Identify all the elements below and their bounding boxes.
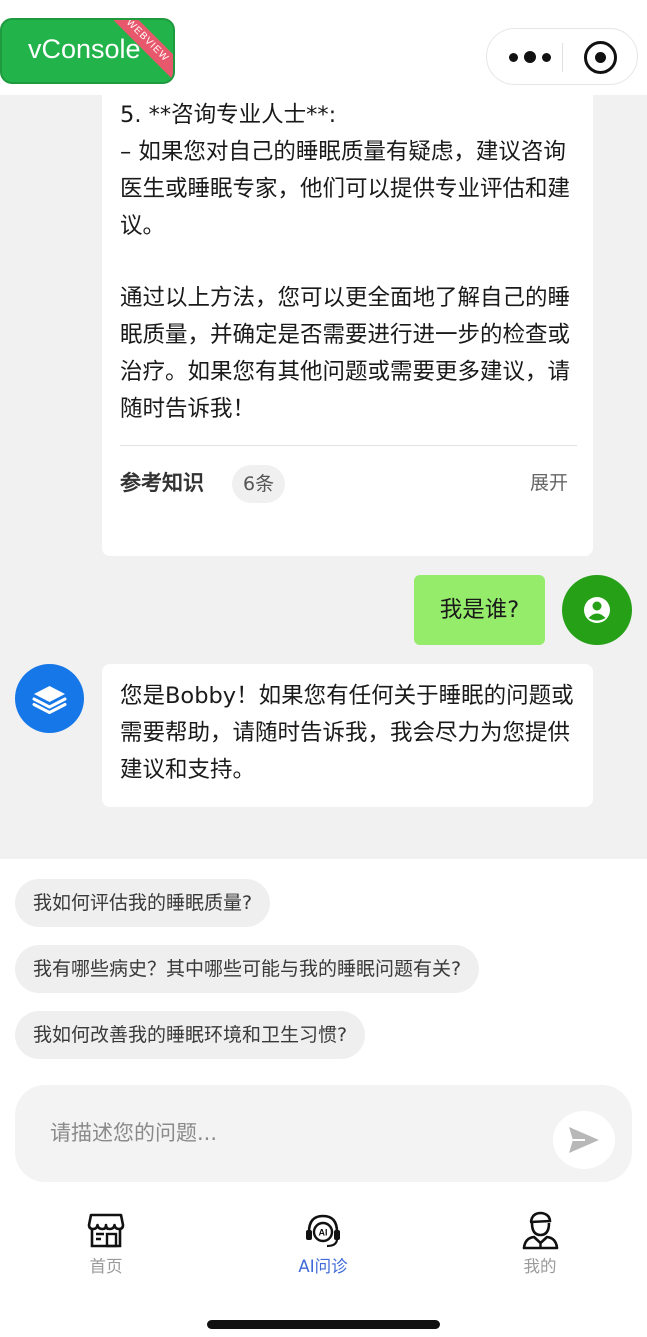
app-screen: vConsole WEBVIEW 5. **咨询专业人士**: – 如果您对自己… [0, 0, 647, 1337]
send-button[interactable] [553, 1111, 615, 1169]
ai-headset-icon: AI [306, 1214, 340, 1248]
layers-icon [32, 686, 67, 714]
miniprogram-capsule [486, 28, 638, 85]
suggestion-chip[interactable]: 我有哪些病史？其中哪些可能与我的睡眠问题有关? [15, 945, 480, 993]
send-icon [569, 1127, 599, 1153]
more-dots-icon[interactable] [509, 47, 551, 67]
expand-button[interactable]: 展开 [530, 465, 568, 501]
doctor-profile-icon [522, 1211, 559, 1250]
reference-title: 参考知识 [120, 471, 204, 495]
ai-message-text: 您是Bobby！如果您有任何关于睡眠的问题或需要帮助，请随时告诉我，我会尽力为您… [120, 683, 574, 783]
vconsole-button[interactable]: vConsole WEBVIEW [0, 18, 175, 84]
user-avatar[interactable] [562, 575, 632, 645]
ai-message-paragraph: 通过以上方法，您可以更全面地了解自己的睡眠质量，并确定是否需要进行进一步的检查或… [120, 285, 571, 422]
ai-avatar [15, 664, 84, 733]
ai-message-paragraph: 5. **咨询专业人士**: – 如果您对自己的睡眠质量有疑虑，建议咨询医生或睡… [120, 102, 571, 239]
tab-label: 首页 [89, 1257, 123, 1276]
storefront-icon [87, 1213, 125, 1248]
vconsole-label: vConsole [28, 34, 141, 64]
ai-message-card: 5. **咨询专业人士**: – 如果您对自己的睡眠质量有疑虑，建议咨询医生或睡… [102, 95, 593, 556]
user-message-bubble: 我是谁? [414, 575, 545, 645]
suggestion-chip[interactable]: 我如何评估我的睡眠质量? [15, 879, 271, 927]
home-indicator [207, 1320, 440, 1329]
ai-message-card: 您是Bobby！如果您有任何关于睡眠的问题或需要帮助，请随时告诉我，我会尽力为您… [102, 664, 593, 807]
capsule-divider [562, 43, 563, 72]
tab-mine[interactable]: 我的 [485, 1205, 595, 1285]
tab-ai-consult[interactable]: AI AI问诊 [268, 1205, 378, 1285]
suggestion-chip[interactable]: 我如何改善我的睡眠环境和卫生习惯? [15, 1011, 366, 1059]
target-close-icon[interactable] [584, 41, 617, 74]
svg-text:AI: AI [319, 1228, 328, 1238]
top-bar: vConsole WEBVIEW [0, 0, 647, 95]
tab-label: AI问诊 [298, 1257, 348, 1276]
tab-home[interactable]: 首页 [51, 1205, 161, 1285]
question-input[interactable] [50, 1110, 520, 1155]
chat-area[interactable]: 5. **咨询专业人士**: – 如果您对自己的睡眠质量有疑虑，建议咨询医生或睡… [0, 95, 647, 859]
user-circle-icon [584, 597, 610, 623]
question-input-box [15, 1085, 632, 1182]
reference-count-badge: 6条 [232, 465, 286, 503]
card-divider [120, 445, 577, 446]
tab-label: 我的 [523, 1257, 557, 1276]
